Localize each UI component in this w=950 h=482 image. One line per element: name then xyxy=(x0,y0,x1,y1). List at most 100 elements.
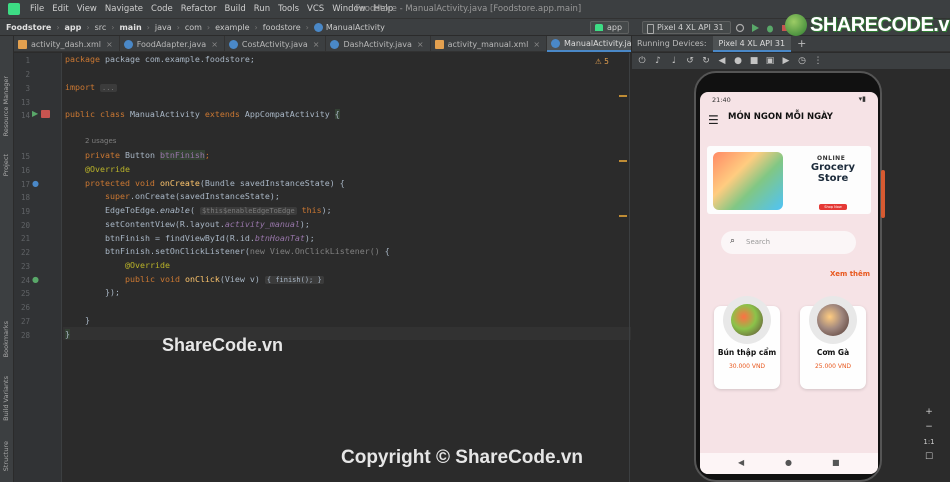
tab-food-adapter[interactable]: FoodAdapter.java × xyxy=(120,36,225,52)
brace: { xyxy=(334,109,340,119)
menu-run[interactable]: Run xyxy=(250,4,274,14)
nav-recents-icon[interactable]: ■ xyxy=(832,458,840,467)
tab-resource-manager[interactable]: Resource Manager xyxy=(2,76,10,136)
override-gutter-icon[interactable]: ● xyxy=(32,275,39,284)
menu-vcs[interactable]: VCS xyxy=(303,4,328,14)
java-file-icon xyxy=(228,39,238,49)
breadcrumb-project[interactable]: Foodstore xyxy=(6,23,51,32)
run-icon[interactable] xyxy=(750,23,760,33)
menu-view[interactable]: View xyxy=(73,4,101,14)
screenshot-icon[interactable]: ▣ xyxy=(765,56,775,66)
power-icon[interactable]: ⏻ xyxy=(637,56,647,66)
zoom-fit-icon[interactable]: ☐ xyxy=(921,450,937,465)
line-number: 19 xyxy=(20,207,30,216)
menu-file[interactable]: File xyxy=(26,4,48,14)
home-icon[interactable]: ● xyxy=(733,56,743,66)
folded-body[interactable]: { finish(); } xyxy=(264,276,324,284)
promo-banner[interactable]: ONLINE Grocery Store Shop Now xyxy=(707,146,871,214)
breadcrumb-main[interactable]: main xyxy=(119,23,141,32)
zoom-out-icon[interactable]: − xyxy=(921,420,937,435)
xml-file-icon xyxy=(434,39,444,49)
method-modifiers: protected void xyxy=(85,178,160,188)
search-box[interactable]: ⌕ Search xyxy=(721,231,856,254)
zoom-in-icon[interactable]: + xyxy=(921,405,937,420)
code-line: private Button btnFinish; xyxy=(85,149,210,162)
volume-down-icon[interactable]: ♩ xyxy=(669,56,679,66)
volume-up-icon[interactable]: ♪ xyxy=(653,56,663,66)
code-editor[interactable]: package package com.example.foodstore; i… xyxy=(63,53,631,482)
brace: { xyxy=(384,246,390,256)
debug-icon[interactable] xyxy=(765,23,775,33)
usages-hint[interactable]: 2 usages xyxy=(85,137,116,145)
food-price: 25.000 VND xyxy=(814,363,852,370)
paren: ); xyxy=(304,233,315,243)
tab-structure[interactable]: Structure xyxy=(2,441,10,471)
error-stripe-mark[interactable] xyxy=(619,160,627,162)
tab-activity-manual-xml[interactable]: activity_manual.xml × xyxy=(431,36,548,52)
status-bar: 21:40 ▾▮ xyxy=(700,92,878,106)
grocery-cart-image xyxy=(713,152,783,210)
refresh-icon[interactable] xyxy=(735,23,745,33)
snapshot-icon[interactable]: ◷ xyxy=(797,56,807,66)
nav-back-icon[interactable]: ◀ xyxy=(738,458,744,467)
listener-call: btnFinish.setOnClickListener( xyxy=(105,246,250,256)
run-config-select[interactable]: app xyxy=(590,21,630,34)
menu-code[interactable]: Code xyxy=(147,4,177,14)
method-params: (View v) xyxy=(219,274,265,284)
device-select[interactable]: Pixel 4 XL API 31 xyxy=(642,21,731,34)
food-card[interactable]: Cơm Gà 25.000 VND xyxy=(800,296,866,389)
private-keyword: private xyxy=(85,150,125,160)
menu-build[interactable]: Build xyxy=(220,4,249,14)
breadcrumb-class[interactable]: ManualActivity xyxy=(326,23,385,32)
tab-project[interactable]: Project xyxy=(2,154,10,176)
menu-edit[interactable]: Edit xyxy=(48,4,72,14)
tab-bookmarks[interactable]: Bookmarks xyxy=(2,321,10,357)
line-number: 26 xyxy=(20,303,30,312)
close-icon[interactable]: × xyxy=(417,40,424,49)
food-card[interactable]: Bún thập cẩm 30.000 VND xyxy=(714,296,780,389)
menu-navigate[interactable]: Navigate xyxy=(101,4,147,14)
menu-refactor[interactable]: Refactor xyxy=(177,4,221,14)
tab-cost-activity[interactable]: CostActivity.java × xyxy=(225,36,327,52)
menu-tools[interactable]: Tools xyxy=(274,4,303,14)
error-stripe-mark[interactable] xyxy=(619,215,627,217)
rotate-left-icon[interactable]: ↺ xyxy=(685,56,695,66)
run-gutter-icon[interactable]: ▶ xyxy=(32,109,38,118)
tab-label: DashActivity.java xyxy=(343,39,412,49)
see-more-link[interactable]: Xem thêm xyxy=(830,270,870,278)
current-line-highlight xyxy=(63,327,631,340)
tab-activity-dash-xml[interactable]: activity_dash.xml × xyxy=(14,36,120,52)
phone-screen[interactable]: 21:40 ▾▮ ☰ MÓN NGON MỖI NGÀY ONLINE Groc… xyxy=(700,92,878,474)
close-icon[interactable]: × xyxy=(313,40,320,49)
record-icon[interactable]: ▶ xyxy=(781,56,791,66)
shop-now-button[interactable]: Shop Now xyxy=(819,204,847,210)
running-devices-header: Running Devices: Pixel 4 XL API 31 + xyxy=(631,35,950,52)
line-number: 15 xyxy=(20,152,30,161)
breadcrumb-example[interactable]: example xyxy=(215,23,249,32)
menu-icon[interactable]: ☰ xyxy=(708,113,719,127)
override-gutter-icon[interactable]: ● xyxy=(32,179,39,188)
zoom-actual-size[interactable]: 1:1 xyxy=(921,435,937,450)
tab-build-variants[interactable]: Build Variants xyxy=(2,376,10,421)
breadcrumb-module[interactable]: app xyxy=(65,23,82,32)
device-tab[interactable]: Pixel 4 XL API 31 xyxy=(712,35,792,52)
nav-home-icon[interactable]: ● xyxy=(785,458,792,467)
close-icon[interactable]: × xyxy=(211,40,218,49)
warnings-indicator[interactable]: ⚠ 5 xyxy=(595,57,609,66)
add-device-icon[interactable]: + xyxy=(797,37,806,50)
tab-dash-activity[interactable]: DashActivity.java × xyxy=(326,36,431,52)
folded-imports[interactable]: ... xyxy=(99,84,117,92)
more-icon[interactable]: ⋮ xyxy=(813,56,823,66)
error-stripe-mark[interactable] xyxy=(619,95,627,97)
close-icon[interactable]: × xyxy=(106,40,113,49)
breadcrumb-foodstore[interactable]: foodstore xyxy=(263,23,301,32)
breadcrumb-src[interactable]: src xyxy=(95,23,107,32)
line-number: 20 xyxy=(20,221,30,230)
overview-icon[interactable]: ■ xyxy=(749,56,759,66)
close-icon[interactable]: × xyxy=(533,40,540,49)
status-time: 21:40 xyxy=(712,96,731,104)
rotate-right-icon[interactable]: ↻ xyxy=(701,56,711,66)
breadcrumb-java[interactable]: java xyxy=(155,23,172,32)
breadcrumb-com[interactable]: com xyxy=(185,23,202,32)
back-icon[interactable]: ◀ xyxy=(717,56,727,66)
